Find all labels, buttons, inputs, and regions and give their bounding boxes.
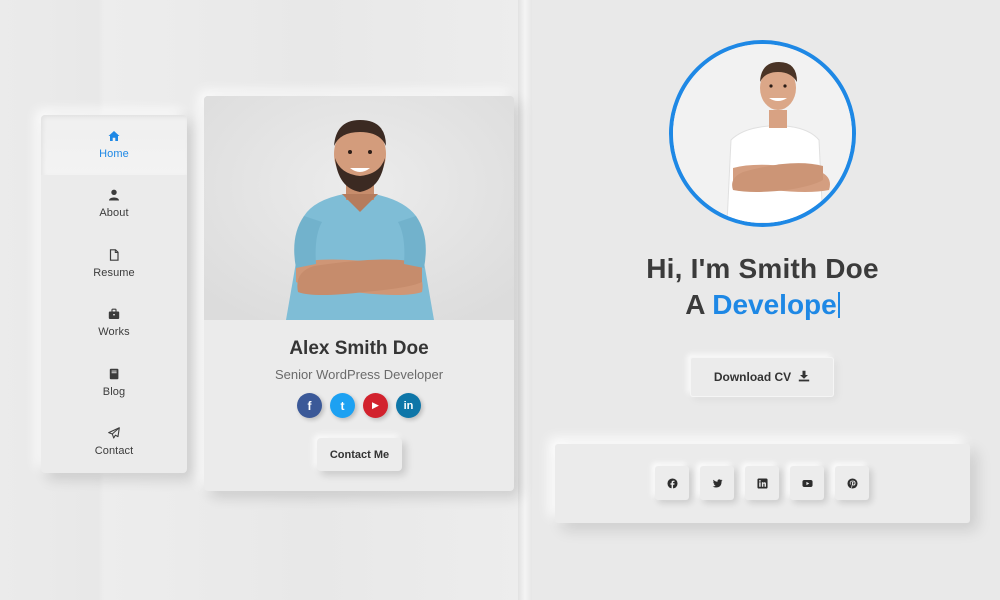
download-cv-label: Download CV: [713, 370, 792, 384]
side-navigation: Home About Resume Works Blog Contact: [41, 115, 187, 473]
hero-prefix: A: [685, 289, 705, 320]
hero-greeting: Hi, I'm Smith Doe: [646, 253, 879, 284]
profile-photo: [204, 96, 514, 320]
briefcase-icon: [108, 308, 120, 320]
typing-caret: [837, 292, 840, 318]
hero-avatar: [669, 40, 856, 227]
profile-role: Senior WordPress Developer: [274, 367, 444, 382]
nav-item-label: Home: [99, 147, 129, 160]
nav-item-label: Works: [98, 326, 130, 339]
profile-card: Alex Smith Doe Senior WordPress Develope…: [204, 96, 514, 491]
facebook-icon[interactable]: f: [297, 393, 322, 418]
social-links-panel: [555, 444, 970, 523]
contact-me-button[interactable]: Contact Me: [317, 438, 402, 471]
profile-name: Alex Smith Doe: [289, 338, 429, 359]
nav-item-about[interactable]: About: [41, 175, 187, 235]
hero-tagline: A Develope: [560, 289, 965, 321]
pinterest-icon[interactable]: [835, 466, 869, 500]
paper-plane-icon: [108, 427, 120, 439]
youtube-icon[interactable]: [790, 466, 824, 500]
user-icon: [108, 189, 120, 201]
profile-social-links: f t ▶ in: [204, 393, 514, 418]
youtube-icon[interactable]: ▶: [363, 393, 388, 418]
nav-item-label: Contact: [94, 445, 134, 458]
nav-item-resume[interactable]: Resume: [41, 234, 187, 294]
twitter-icon[interactable]: t: [330, 393, 355, 418]
nav-item-home[interactable]: Home: [41, 115, 187, 175]
file-icon: [108, 248, 120, 261]
nav-item-label: Resume: [93, 266, 135, 279]
nav-item-blog[interactable]: Blog: [41, 353, 187, 413]
linkedin-icon[interactable]: [745, 466, 779, 500]
nav-item-label: Blog: [102, 385, 126, 398]
home-icon: [108, 130, 120, 142]
facebook-icon[interactable]: [655, 466, 689, 500]
panel-divider: [518, 0, 532, 600]
linkedin-icon[interactable]: in: [396, 393, 421, 418]
nav-item-works[interactable]: Works: [41, 294, 187, 354]
nav-item-contact[interactable]: Contact: [41, 413, 187, 473]
nav-item-label: About: [99, 207, 129, 220]
download-cv-button[interactable]: Download CV: [690, 357, 834, 397]
download-icon: [798, 370, 810, 385]
social-square-row: [655, 466, 869, 500]
hero-typed-word: Develope: [712, 289, 837, 320]
twitter-icon[interactable]: [700, 466, 734, 500]
book-icon: [108, 368, 120, 380]
